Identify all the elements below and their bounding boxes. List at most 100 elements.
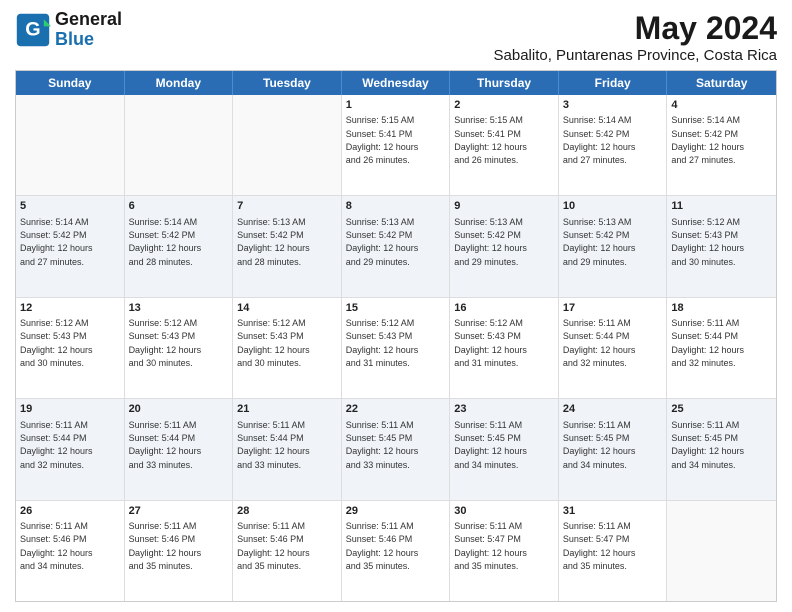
day-number: 7 [237,199,337,213]
calendar: SundayMondayTuesdayWednesdayThursdayFrid… [15,70,777,602]
day-number: 18 [671,301,772,315]
calendar-cell: 31 Sunrise: 5:11 AM Sunset: 5:47 PM Dayli… [559,501,668,601]
calendar-header-cell: Wednesday [342,71,451,95]
logo-icon: G [15,12,51,48]
calendar-cell [667,501,776,601]
calendar-cell: 1 Sunrise: 5:15 AM Sunset: 5:41 PM Daylig… [342,95,451,195]
cell-text: Sunrise: 5:12 AM Sunset: 5:43 PM Dayligh… [671,217,744,267]
cell-text: Sunrise: 5:11 AM Sunset: 5:44 PM Dayligh… [671,318,744,368]
calendar-cell: 5 Sunrise: 5:14 AM Sunset: 5:42 PM Daylig… [16,196,125,296]
cell-text: Sunrise: 5:12 AM Sunset: 5:43 PM Dayligh… [346,318,419,368]
page-title: May 2024 [494,10,777,47]
cell-text: Sunrise: 5:14 AM Sunset: 5:42 PM Dayligh… [129,217,202,267]
calendar-cell: 27 Sunrise: 5:11 AM Sunset: 5:46 PM Dayli… [125,501,234,601]
day-number: 16 [454,301,554,315]
calendar-cell: 9 Sunrise: 5:13 AM Sunset: 5:42 PM Daylig… [450,196,559,296]
calendar-row: 5 Sunrise: 5:14 AM Sunset: 5:42 PM Daylig… [16,196,776,297]
day-number: 30 [454,504,554,518]
calendar-cell: 21 Sunrise: 5:11 AM Sunset: 5:44 PM Dayli… [233,399,342,499]
calendar-cell: 13Sunrise: 5:12 AM Sunset: 5:43 PM Dayli… [125,298,234,398]
calendar-header-cell: Sunday [16,71,125,95]
calendar-cell: 14Sunrise: 5:12 AM Sunset: 5:43 PM Dayli… [233,298,342,398]
calendar-cell: 20 Sunrise: 5:11 AM Sunset: 5:44 PM Dayli… [125,399,234,499]
day-number: 11 [671,199,772,213]
cell-text: Sunrise: 5:11 AM Sunset: 5:44 PM Dayligh… [20,420,93,470]
cell-text: Sunrise: 5:11 AM Sunset: 5:45 PM Dayligh… [563,420,636,470]
calendar-cell: 2 Sunrise: 5:15 AM Sunset: 5:41 PM Daylig… [450,95,559,195]
logo: G General Blue [15,10,122,50]
day-number: 31 [563,504,663,518]
day-number: 9 [454,199,554,213]
page: G General Blue May 2024 Sabalito, Puntar… [0,0,792,612]
day-number: 8 [346,199,446,213]
calendar-cell: 11 Sunrise: 5:12 AM Sunset: 5:43 PM Dayli… [667,196,776,296]
cell-text: Sunrise: 5:11 AM Sunset: 5:44 PM Dayligh… [237,420,310,470]
calendar-header-cell: Friday [559,71,668,95]
calendar-cell: 26Sunrise: 5:11 AM Sunset: 5:46 PM Dayli… [16,501,125,601]
cell-text: Sunrise: 5:11 AM Sunset: 5:44 PM Dayligh… [129,420,202,470]
day-number: 2 [454,98,554,112]
calendar-cell: 7Sunrise: 5:13 AM Sunset: 5:42 PM Daylig… [233,196,342,296]
calendar-cell: 10Sunrise: 5:13 AM Sunset: 5:42 PM Dayli… [559,196,668,296]
cell-text: Sunrise: 5:12 AM Sunset: 5:43 PM Dayligh… [20,318,93,368]
calendar-cell: 25 Sunrise: 5:11 AM Sunset: 5:45 PM Dayli… [667,399,776,499]
calendar-header-cell: Thursday [450,71,559,95]
calendar-cell: 28Sunrise: 5:11 AM Sunset: 5:46 PM Dayli… [233,501,342,601]
day-number: 27 [129,504,229,518]
cell-text: Sunrise: 5:11 AM Sunset: 5:44 PM Dayligh… [563,318,636,368]
day-number: 4 [671,98,772,112]
cell-text: Sunrise: 5:15 AM Sunset: 5:41 PM Dayligh… [454,115,527,165]
day-number: 26 [20,504,120,518]
calendar-cell [125,95,234,195]
cell-text: Sunrise: 5:11 AM Sunset: 5:47 PM Dayligh… [563,521,636,571]
cell-text: Sunrise: 5:13 AM Sunset: 5:42 PM Dayligh… [454,217,527,267]
calendar-cell: 18 Sunrise: 5:11 AM Sunset: 5:44 PM Dayli… [667,298,776,398]
cell-text: Sunrise: 5:15 AM Sunset: 5:41 PM Dayligh… [346,115,419,165]
calendar-cell: 6 Sunrise: 5:14 AM Sunset: 5:42 PM Daylig… [125,196,234,296]
calendar-cell: 19 Sunrise: 5:11 AM Sunset: 5:44 PM Dayli… [16,399,125,499]
cell-text: Sunrise: 5:11 AM Sunset: 5:45 PM Dayligh… [346,420,419,470]
calendar-cell: 29 Sunrise: 5:11 AM Sunset: 5:46 PM Dayli… [342,501,451,601]
day-number: 3 [563,98,663,112]
logo-blue: Blue [55,30,122,50]
day-number: 24 [563,402,663,416]
calendar-cell: 12 Sunrise: 5:12 AM Sunset: 5:43 PM Dayli… [16,298,125,398]
calendar-cell [233,95,342,195]
day-number: 21 [237,402,337,416]
calendar-cell: 23Sunrise: 5:11 AM Sunset: 5:45 PM Dayli… [450,399,559,499]
calendar-header: SundayMondayTuesdayWednesdayThursdayFrid… [16,71,776,95]
cell-text: Sunrise: 5:12 AM Sunset: 5:43 PM Dayligh… [129,318,202,368]
cell-text: Sunrise: 5:11 AM Sunset: 5:45 PM Dayligh… [671,420,744,470]
cell-text: Sunrise: 5:12 AM Sunset: 5:43 PM Dayligh… [454,318,527,368]
day-number: 22 [346,402,446,416]
day-number: 1 [346,98,446,112]
day-number: 17 [563,301,663,315]
calendar-row: 12 Sunrise: 5:12 AM Sunset: 5:43 PM Dayli… [16,298,776,399]
logo-general: General [55,10,122,30]
cell-text: Sunrise: 5:13 AM Sunset: 5:42 PM Dayligh… [346,217,419,267]
day-number: 12 [20,301,120,315]
calendar-cell: 22 Sunrise: 5:11 AM Sunset: 5:45 PM Dayli… [342,399,451,499]
cell-text: Sunrise: 5:14 AM Sunset: 5:42 PM Dayligh… [671,115,744,165]
logo-text: General Blue [55,10,122,50]
calendar-cell [16,95,125,195]
page-subtitle: Sabalito, Puntarenas Province, Costa Ric… [494,47,777,64]
calendar-cell: 17 Sunrise: 5:11 AM Sunset: 5:44 PM Dayli… [559,298,668,398]
title-block: May 2024 Sabalito, Puntarenas Province, … [494,10,777,64]
cell-text: Sunrise: 5:11 AM Sunset: 5:46 PM Dayligh… [129,521,202,571]
cell-text: Sunrise: 5:11 AM Sunset: 5:46 PM Dayligh… [346,521,419,571]
calendar-row: 26 Sunrise: 5:11 AM Sunset: 5:46 PM Dayli… [16,501,776,601]
cell-text: Sunrise: 5:14 AM Sunset: 5:42 PM Dayligh… [20,217,93,267]
day-number: 20 [129,402,229,416]
calendar-cell: 30 Sunrise: 5:11 AM Sunset: 5:47 PM Dayli… [450,501,559,601]
day-number: 19 [20,402,120,416]
day-number: 15 [346,301,446,315]
day-number: 6 [129,199,229,213]
day-number: 5 [20,199,120,213]
calendar-cell: 8 Sunrise: 5:13 AM Sunset: 5:42 PM Daylig… [342,196,451,296]
day-number: 25 [671,402,772,416]
calendar-row: 1 Sunrise: 5:15 AM Sunset: 5:41 PM Daylig… [16,95,776,196]
day-number: 29 [346,504,446,518]
cell-text: Sunrise: 5:11 AM Sunset: 5:47 PM Dayligh… [454,521,527,571]
day-number: 14 [237,301,337,315]
